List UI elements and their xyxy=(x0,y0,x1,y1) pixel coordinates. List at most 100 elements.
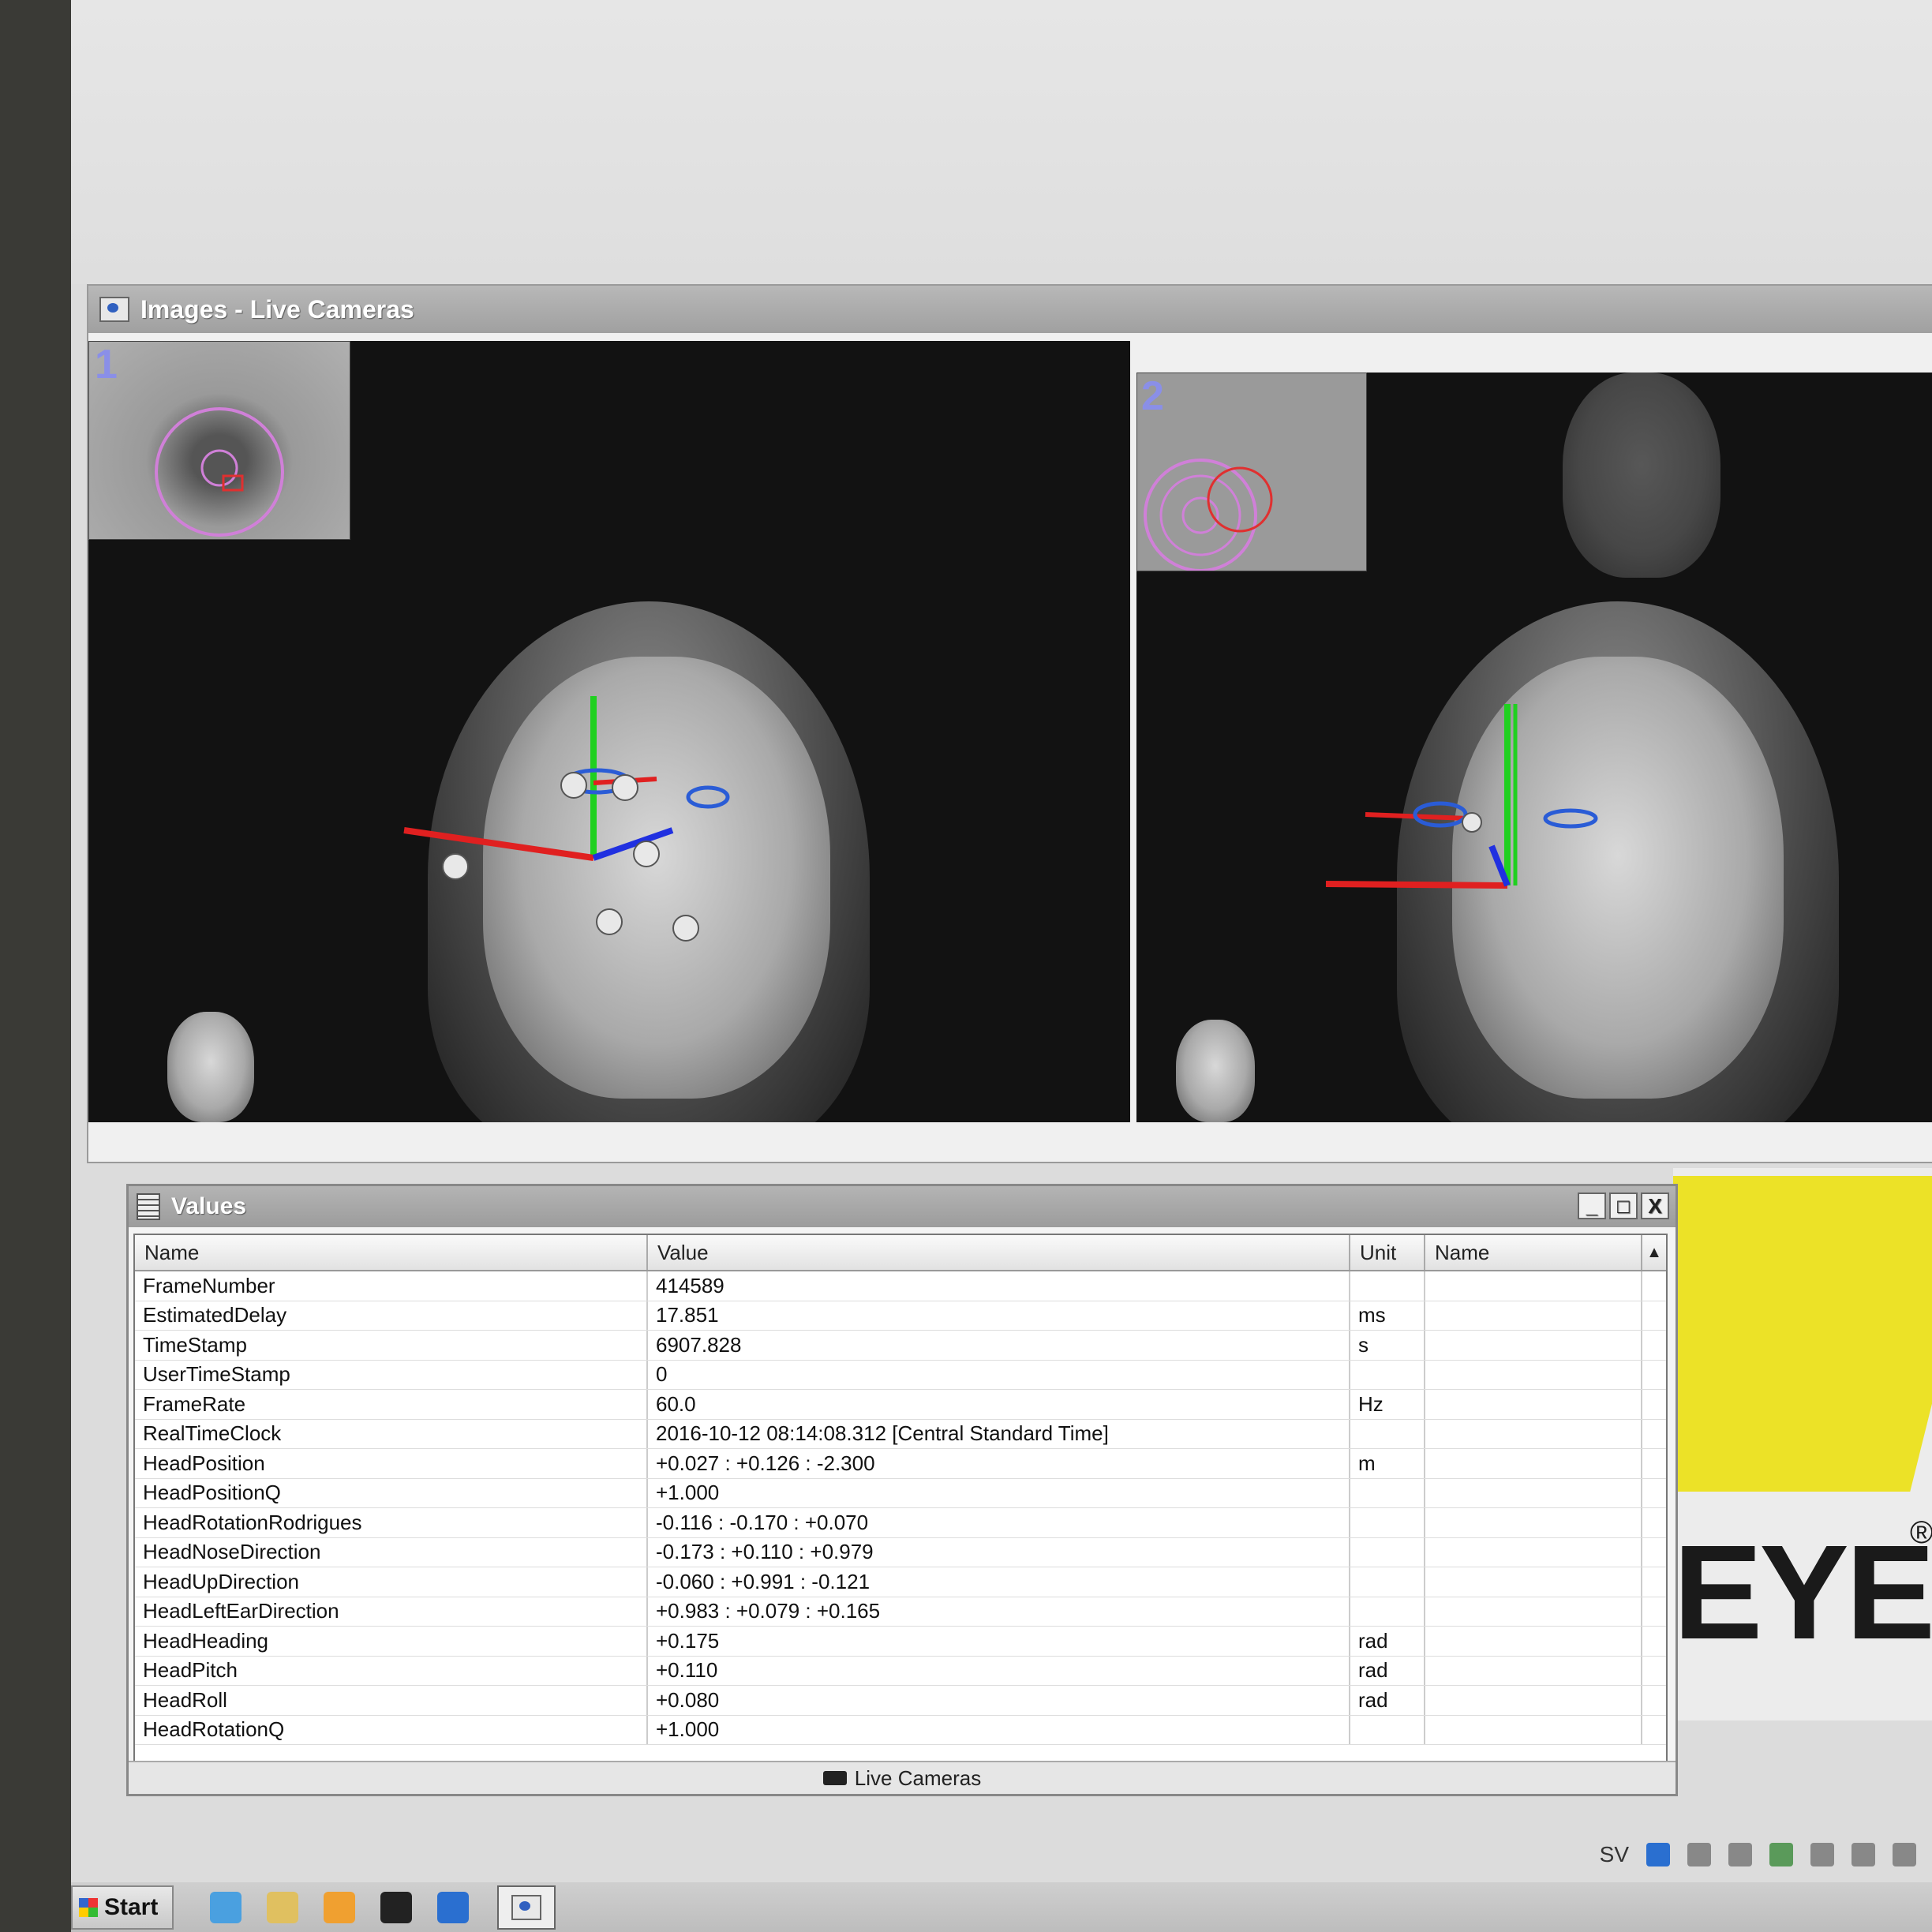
row-alias xyxy=(1425,1597,1642,1626)
row-name: EstimatedDelay xyxy=(135,1301,648,1330)
row-value: -0.173 : +0.110 : +0.979 xyxy=(648,1537,1350,1567)
table-row[interactable]: HeadPitch +0.110 rad xyxy=(135,1656,1666,1686)
table-row[interactable]: FrameRate 60.0 Hz xyxy=(135,1390,1666,1420)
flag-icon[interactable] xyxy=(1852,1843,1875,1866)
row-alias xyxy=(1425,1301,1642,1330)
security-icon[interactable] xyxy=(1769,1843,1793,1866)
monitor-screen: Images - Live Cameras 1 2 EYE ® Values _… xyxy=(71,0,1932,1932)
row-value: +1.000 xyxy=(648,1478,1350,1507)
start-label: Start xyxy=(104,1893,159,1920)
row-unit: m xyxy=(1350,1449,1425,1478)
table-row[interactable]: HeadRoll +0.080 rad xyxy=(135,1686,1666,1716)
folder-icon[interactable] xyxy=(267,1891,298,1923)
status-bar: Live Cameras xyxy=(129,1761,1676,1794)
row-name: HeadRoll xyxy=(135,1686,648,1715)
remote-icon[interactable] xyxy=(437,1891,469,1923)
row-value: +0.110 xyxy=(648,1656,1350,1685)
start-button[interactable]: Start xyxy=(71,1885,174,1930)
row-unit: s xyxy=(1350,1331,1425,1360)
images-window: Images - Live Cameras 1 2 xyxy=(87,284,1932,1163)
network-icon[interactable] xyxy=(1646,1843,1670,1866)
row-name: FrameNumber xyxy=(135,1271,648,1301)
table-row[interactable]: HeadNoseDirection -0.173 : +0.110 : +0.97… xyxy=(135,1537,1666,1567)
table-row[interactable]: HeadHeading +0.175 rad xyxy=(135,1627,1666,1657)
language-indicator[interactable]: SV xyxy=(1600,1842,1629,1867)
minimize-button[interactable]: _ xyxy=(1578,1193,1606,1219)
values-titlebar[interactable]: Values _ □ X xyxy=(129,1186,1676,1227)
row-alias xyxy=(1425,1360,1642,1389)
row-unit xyxy=(1350,1537,1425,1567)
row-unit xyxy=(1350,1508,1425,1537)
row-value: 2016-10-12 08:14:08.312 [Central Standar… xyxy=(648,1419,1350,1448)
browser-icon[interactable] xyxy=(210,1891,242,1923)
monitor-icon[interactable] xyxy=(1687,1843,1711,1866)
row-unit: ms xyxy=(1350,1301,1425,1330)
row-unit xyxy=(1350,1478,1425,1507)
table-row[interactable]: RealTimeClock 2016-10-12 08:14:08.312 [Ce… xyxy=(135,1419,1666,1449)
row-name: HeadHeading xyxy=(135,1627,648,1656)
camera-1-view[interactable]: 1 xyxy=(88,341,1130,1122)
row-unit: rad xyxy=(1350,1627,1425,1656)
column-header-unit[interactable]: Unit xyxy=(1350,1235,1425,1270)
row-value: +0.983 : +0.079 : +0.165 xyxy=(648,1597,1350,1626)
row-alias xyxy=(1425,1715,1642,1744)
windows-logo-icon xyxy=(79,1897,98,1917)
row-name: HeadNoseDirection xyxy=(135,1537,648,1567)
row-alias xyxy=(1425,1627,1642,1656)
row-alias xyxy=(1425,1390,1642,1419)
table-row[interactable]: HeadPositionQ +1.000 xyxy=(135,1478,1666,1508)
row-value: 17.851 xyxy=(648,1301,1350,1330)
media-player-icon[interactable] xyxy=(324,1891,355,1923)
table-row[interactable]: FrameNumber 414589 xyxy=(135,1271,1666,1301)
table-row[interactable]: HeadRotationRodrigues -0.116 : -0.170 : +… xyxy=(135,1508,1666,1538)
row-alias xyxy=(1425,1271,1642,1301)
column-header-name[interactable]: Name xyxy=(135,1235,648,1270)
row-value: +1.000 xyxy=(648,1715,1350,1744)
display-icon[interactable] xyxy=(1728,1843,1752,1866)
row-alias xyxy=(1425,1686,1642,1715)
device-icon[interactable] xyxy=(1893,1843,1916,1866)
images-titlebar[interactable]: Images - Live Cameras xyxy=(88,286,1932,333)
table-row[interactable]: HeadPosition +0.027 : +0.126 : -2.300 m xyxy=(135,1449,1666,1479)
row-name: HeadPositionQ xyxy=(135,1478,648,1507)
status-text: Live Cameras xyxy=(854,1765,982,1790)
row-value: +0.080 xyxy=(648,1686,1350,1715)
table-row[interactable]: EstimatedDelay 17.851 ms xyxy=(135,1301,1666,1331)
volume-icon[interactable] xyxy=(1810,1843,1834,1866)
table-row[interactable]: HeadUpDirection -0.060 : +0.991 : -0.121 xyxy=(135,1567,1666,1597)
camera-icon xyxy=(822,1771,847,1785)
row-unit xyxy=(1350,1360,1425,1389)
app-icon[interactable] xyxy=(380,1891,412,1923)
table-row[interactable]: UserTimeStamp 0 xyxy=(135,1360,1666,1390)
table-row[interactable]: HeadRotationQ +1.000 xyxy=(135,1715,1666,1745)
table-row[interactable]: TimeStamp 6907.828 s xyxy=(135,1331,1666,1361)
table-row[interactable]: HeadLeftEarDirection +0.983 : +0.079 : +0… xyxy=(135,1597,1666,1627)
logo-yellow-shape xyxy=(1673,1176,1932,1492)
values-window-title: Values xyxy=(171,1193,247,1219)
row-value: +0.027 : +0.126 : -2.300 xyxy=(648,1449,1350,1478)
row-value: +0.175 xyxy=(648,1627,1350,1656)
row-alias xyxy=(1425,1449,1642,1478)
row-alias xyxy=(1425,1537,1642,1567)
desktop-area xyxy=(71,0,1932,284)
column-header-alias[interactable]: Name xyxy=(1425,1235,1642,1270)
row-unit: Hz xyxy=(1350,1390,1425,1419)
scroll-up-arrow-icon[interactable]: ▲ xyxy=(1642,1235,1666,1270)
taskbar: Start xyxy=(71,1882,1932,1932)
eye-window-icon xyxy=(511,1894,541,1920)
row-unit xyxy=(1350,1271,1425,1301)
row-value: 60.0 xyxy=(648,1390,1350,1419)
images-window-title: Images - Live Cameras xyxy=(140,294,414,324)
column-header-value[interactable]: Value xyxy=(648,1235,1350,1270)
row-name: FrameRate xyxy=(135,1390,648,1419)
row-name: HeadPosition xyxy=(135,1449,648,1478)
row-name: UserTimeStamp xyxy=(135,1360,648,1389)
row-name: HeadUpDirection xyxy=(135,1567,648,1597)
active-window-button[interactable] xyxy=(497,1885,556,1930)
close-button[interactable]: X xyxy=(1641,1193,1669,1219)
maximize-button[interactable]: □ xyxy=(1609,1193,1638,1219)
row-name: HeadRotationQ xyxy=(135,1715,648,1744)
logo-registered: ® xyxy=(1910,1515,1932,1550)
row-name: TimeStamp xyxy=(135,1331,648,1360)
camera-2-view[interactable]: 2 xyxy=(1136,373,1932,1122)
